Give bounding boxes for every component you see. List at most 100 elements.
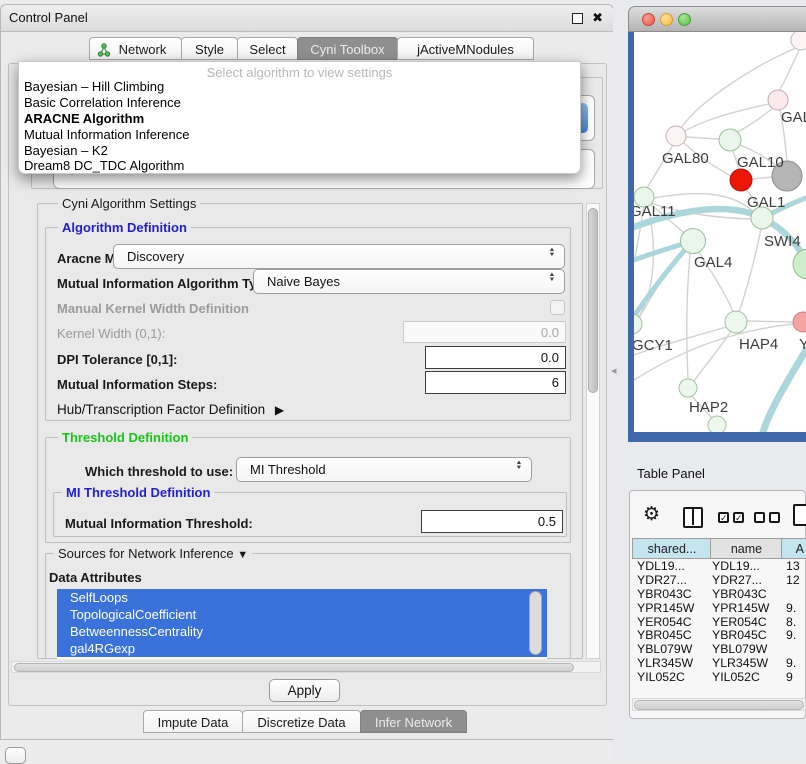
node-label: HAP2 [689, 399, 728, 416]
table-row[interactable]: YDL19...YDL19...13 [632, 560, 806, 574]
node-label: SWI4 [764, 233, 801, 250]
minimize-traffic-icon[interactable] [660, 13, 673, 26]
attribute-item[interactable]: TopologicalCoefficient [57, 606, 547, 623]
column-header-partial[interactable]: A [781, 538, 806, 559]
attribute-item[interactable]: BetweennessCentrality [57, 623, 547, 640]
combo-spinner-icon: ▲▼ [548, 273, 556, 283]
table-row[interactable]: YER054CYER054C8. [632, 616, 806, 630]
threshold-definition-title: Threshold Definition [58, 430, 192, 445]
network-graph: GAL80 GAL10 GAL1 GAL11 SWI4 GAL4 GCY1 HA… [634, 32, 806, 432]
dropdown-item[interactable]: Mutual Information Inference [21, 127, 578, 143]
tab-impute-data[interactable]: Impute Data [143, 710, 243, 733]
node-label: GAL11 [634, 203, 676, 220]
node-label: GAL4 [694, 254, 732, 271]
which-threshold-label: Which threshold to use: [85, 464, 233, 479]
hub-definition-toggle[interactable]: Hub/Transcription Factor Definition ▶ [57, 402, 284, 417]
panel-title: Control Panel [9, 5, 88, 31]
which-threshold-combo[interactable]: MI Threshold ▲▼ [236, 457, 532, 482]
dropdown-item[interactable]: Basic Correlation Inference [21, 95, 578, 111]
control-panel-window: Control Panel ✖ Network Style Select Cyn… [0, 4, 614, 740]
control-panel-tabs: Network Style Select Cyni Toolbox jActiv… [1, 35, 613, 63]
algorithm-dropdown-popup: Select algorithm to view settings Bayesi… [18, 61, 581, 174]
algorithm-definition-title: Algorithm Definition [58, 220, 191, 235]
zoom-traffic-icon[interactable] [678, 13, 691, 26]
tab-style[interactable]: Style [181, 37, 238, 60]
splitter-handle-icon[interactable]: ◂ [611, 364, 617, 377]
dropdown-item[interactable]: Bayesian – Hill Climbing [21, 79, 578, 95]
tab-select[interactable]: Select [237, 37, 298, 60]
settings-horizontal-scrollbar[interactable] [11, 661, 601, 673]
dropdown-item-selected[interactable]: ARACNE Algorithm [21, 111, 578, 127]
collapse-down-icon[interactable]: ▼ [237, 549, 248, 561]
corner-button[interactable] [5, 747, 26, 764]
table-row[interactable]: YBR043CYBR043C [632, 588, 806, 602]
table-row[interactable]: YLR345WYLR345W9. [632, 657, 806, 671]
node-label: HAP4 [739, 336, 778, 353]
scrollbar-thumb[interactable] [588, 208, 598, 393]
table-horizontal-scrollbar[interactable] [632, 698, 806, 711]
column-view-icon[interactable] [683, 507, 703, 528]
attribute-item[interactable]: gal4RGexp [57, 640, 547, 657]
node-label: Y [799, 336, 806, 353]
network-window-titlebar[interactable] [628, 6, 806, 32]
kernel-width-input[interactable] [403, 321, 566, 343]
tab-discretize-data[interactable]: Discretize Data [242, 710, 361, 733]
network-view-canvas[interactable]: GAL80 GAL10 GAL1 GAL11 SWI4 GAL4 GCY1 HA… [634, 32, 806, 432]
dpi-tolerance-input[interactable] [425, 346, 566, 369]
column-header-name[interactable]: name [710, 538, 782, 559]
tab-infer-network[interactable]: Infer Network [360, 710, 467, 733]
close-icon[interactable]: ✖ [592, 5, 603, 31]
table-row[interactable]: YDR27...YDR27...12 [632, 574, 806, 588]
table-panel-title: Table Panel [637, 466, 705, 481]
network-node-labels: GAL80 GAL10 GAL1 GAL11 SWI4 GAL4 GCY1 HA… [634, 109, 806, 416]
settings-vertical-scrollbar[interactable] [586, 203, 600, 659]
document-icon[interactable] [793, 504, 806, 526]
scrollbar-thumb[interactable] [634, 700, 804, 710]
sources-group-title[interactable]: Sources for Network Inference ▼ [54, 546, 252, 561]
kernel-width-label: Kernel Width (0,1): [57, 326, 165, 341]
mi-steps-input[interactable] [425, 371, 566, 394]
mi-type-label: Mutual Information Algorithm Type: [57, 276, 276, 291]
table-row[interactable]: YIL052CYIL052C9 [632, 671, 806, 682]
scrollbar-thumb[interactable] [14, 663, 574, 672]
table-row[interactable]: YPR145WYPR145W9. [632, 602, 806, 616]
mi-type-combo[interactable]: Naive Bayes ▲▼ [253, 269, 565, 294]
mi-threshold-input[interactable] [421, 510, 563, 533]
node-label: GAL10 [737, 154, 784, 171]
mi-threshold-label: Mutual Information Threshold: [65, 516, 253, 531]
node-label: GAL [781, 109, 806, 126]
node-label: GAL1 [747, 194, 785, 211]
dropdown-item[interactable]: Dream8 DC_TDC Algorithm [21, 158, 578, 174]
dropdown-placeholder: Select algorithm to view settings [19, 65, 580, 80]
tab-jactivemnodules[interactable]: jActiveMNodules [397, 37, 534, 60]
table-row[interactable]: YBL079WYBL079W [632, 643, 806, 657]
manual-kernel-checkbox[interactable] [550, 300, 565, 315]
combo-spinner-icon: ▲▼ [515, 461, 523, 471]
control-panel-titlebar: Control Panel ✖ [1, 5, 613, 32]
combo-spinner-icon: ▲▼ [548, 248, 556, 258]
node-label: GAL80 [662, 150, 709, 167]
column-header-shared-name[interactable]: shared... [632, 538, 711, 559]
table-row[interactable]: YBR045CYBR045C9. [632, 629, 806, 643]
dropdown-item[interactable]: Bayesian – K2 [21, 143, 578, 159]
tab-network[interactable]: Network [89, 37, 182, 60]
data-attributes-label: Data Attributes [49, 570, 142, 585]
minimize-icon[interactable] [572, 13, 583, 24]
gear-icon[interactable]: ⚙ [643, 503, 660, 526]
data-attributes-list: SelfLoops TopologicalCoefficient Between… [57, 589, 547, 659]
close-traffic-icon[interactable] [642, 13, 655, 26]
table-rows: YDL19...YDL19...13 YDR27...YDR27...12 YB… [632, 560, 806, 682]
mi-steps-label: Mutual Information Steps: [57, 377, 217, 392]
dpi-tolerance-label: DPI Tolerance [0,1]: [57, 352, 177, 367]
attribute-item[interactable]: SelfLoops [57, 589, 547, 606]
list-scrollbar-thumb[interactable] [529, 591, 542, 655]
tab-cyni-toolbox[interactable]: Cyni Toolbox [297, 37, 398, 60]
aracne-mode-combo[interactable]: Discovery ▲▼ [113, 244, 565, 269]
network-focus-frame [628, 432, 806, 442]
network-icon [97, 43, 111, 57]
mi-threshold-group-title: MI Threshold Definition [62, 485, 214, 500]
node-label: GCY1 [634, 337, 673, 354]
apply-button[interactable]: Apply [269, 679, 340, 702]
expand-right-icon[interactable]: ▶ [275, 403, 284, 417]
settings-group-title: Cyni Algorithm Settings [58, 196, 200, 211]
